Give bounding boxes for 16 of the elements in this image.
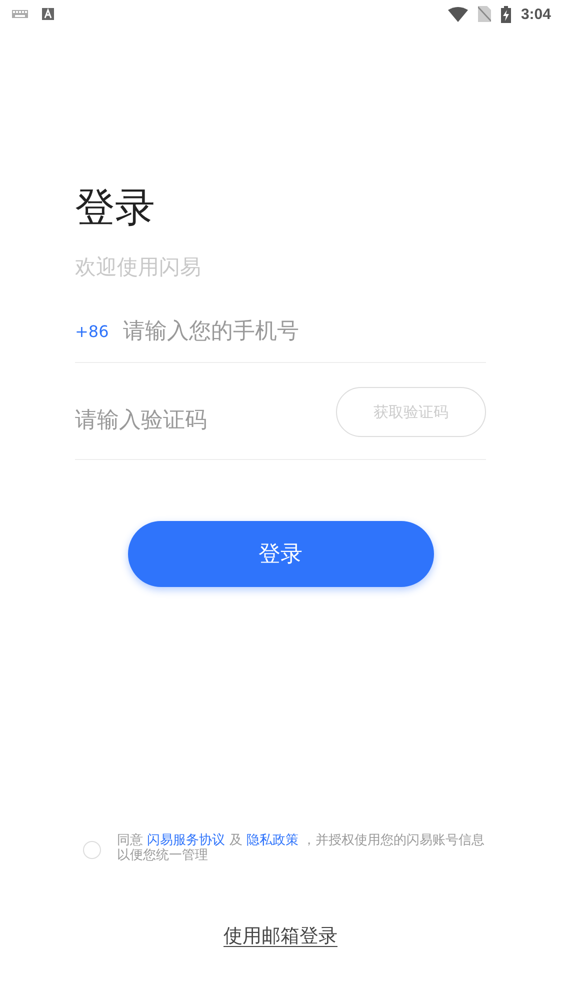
login-button[interactable]: 登录 [128,521,434,587]
text-input-icon [42,8,54,20]
phone-input[interactable]: 请输入您的手机号 [122,318,486,344]
agreement-text: 同意 闪易服务协议 及 隐私政策 ，并授权使用您的闪易账号信息以便您统一管理 [117,833,486,863]
no-sim-icon [478,6,491,22]
email-login-link[interactable]: 使用邮箱登录 [224,923,338,949]
country-code[interactable]: +86 [75,322,109,340]
battery-charging-icon [500,6,511,22]
agreement-link[interactable]: 隐私政策 [246,833,298,848]
agreement-radio[interactable] [83,841,101,859]
status-time: 3:04 [520,6,551,22]
wifi-icon [448,6,468,22]
page-title: 登录 [75,184,156,233]
code-input[interactable]: 请输入验证码 [75,408,336,432]
keyboard-icon [12,10,28,18]
agreement-link[interactable]: 闪易服务协议 [147,833,226,848]
